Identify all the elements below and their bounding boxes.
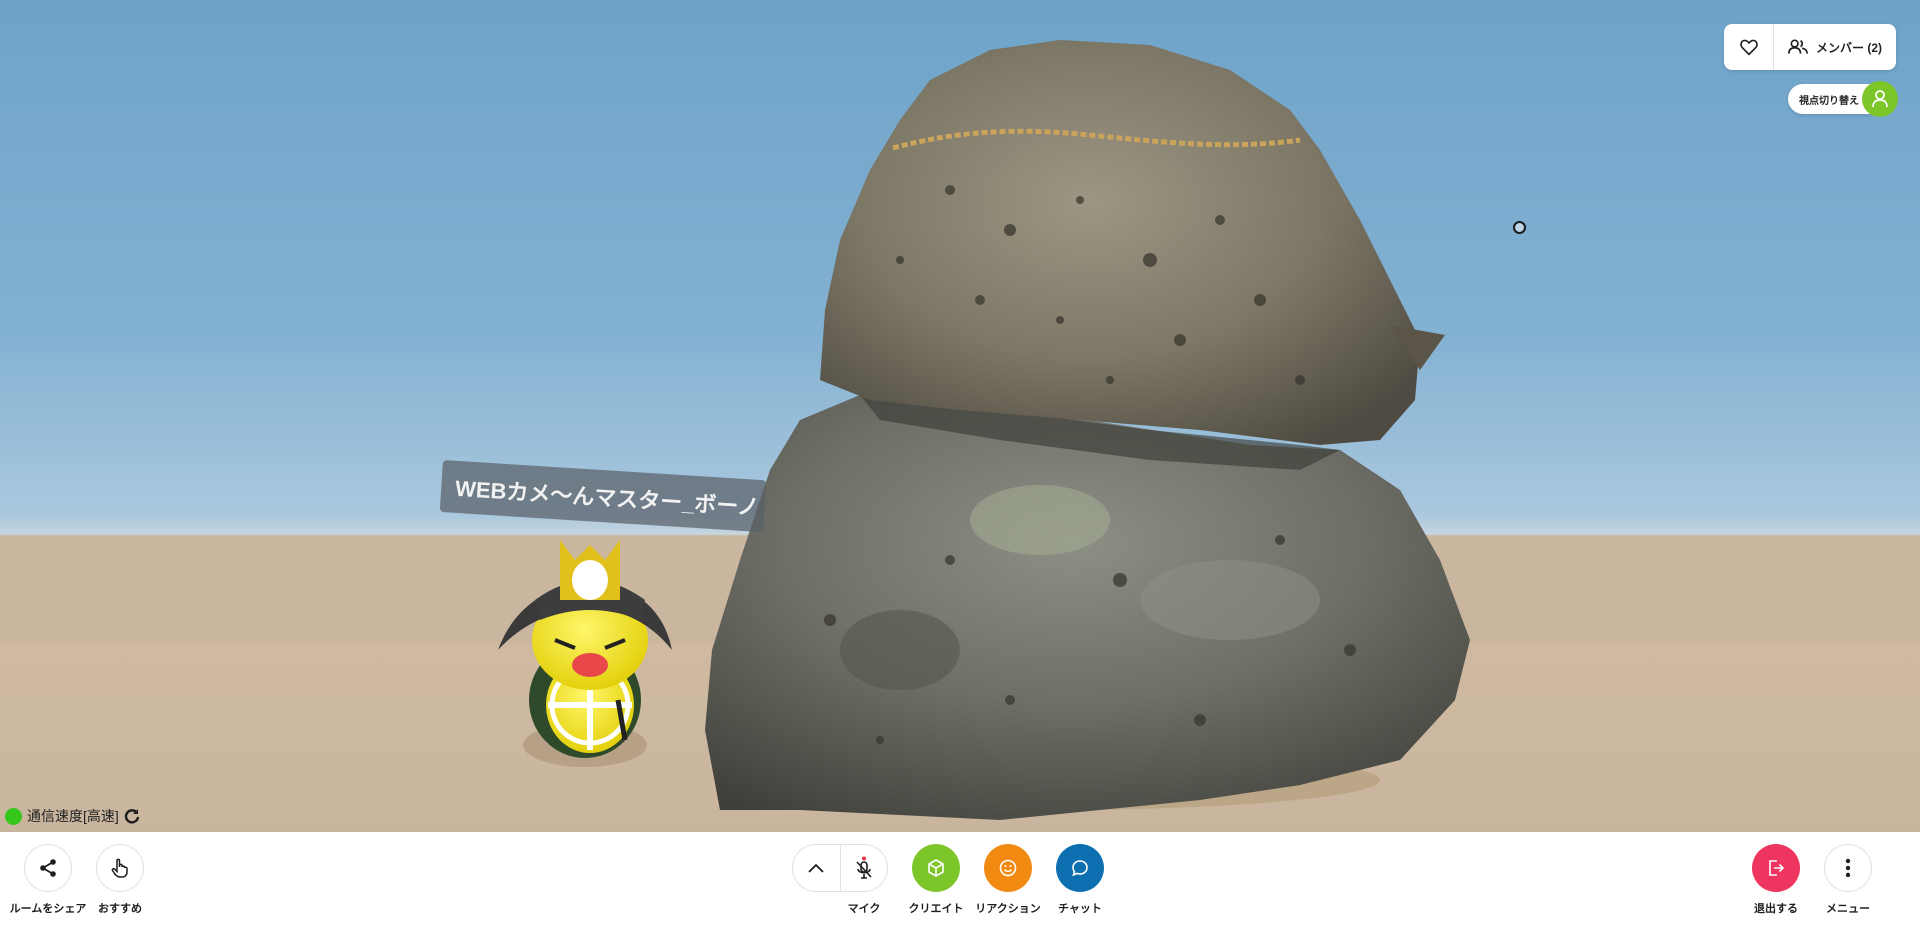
more-vertical-icon — [1845, 858, 1851, 878]
smile-icon — [999, 859, 1017, 877]
mic-label: マイク — [847, 903, 881, 915]
menu-label: メニュー — [1826, 903, 1870, 915]
cursor-indicator — [1513, 221, 1526, 234]
mic-group — [792, 844, 888, 892]
view-switch-button[interactable]: 視点切り替え — [1788, 81, 1898, 117]
chat-tool: チャット — [1040, 844, 1120, 916]
avatar-character — [498, 540, 672, 767]
top-right-panel: メンバー (2) — [1724, 24, 1896, 70]
recommend-label: おすすめ — [98, 903, 142, 915]
refresh-icon[interactable] — [124, 808, 140, 824]
members-label: メンバー (2) — [1815, 40, 1882, 55]
recommend-button[interactable] — [96, 844, 144, 892]
chat-button[interactable] — [1056, 844, 1104, 892]
chat-label: チャット — [1058, 903, 1102, 915]
connection-indicator — [5, 807, 22, 825]
create-label: クリエイト — [908, 903, 964, 915]
share-room-button[interactable] — [24, 844, 72, 892]
exit-button[interactable] — [1752, 844, 1800, 892]
create-button[interactable] — [912, 844, 960, 892]
view-switch-label: 視点切り替え — [1799, 95, 1859, 107]
reaction-tool: リアクション — [968, 844, 1048, 916]
chevron-up-icon — [808, 863, 825, 873]
users-icon — [1787, 39, 1808, 54]
mic-button[interactable] — [839, 845, 887, 891]
create-tool: クリエイト — [896, 844, 976, 916]
members-button[interactable]: メンバー (2) — [1774, 24, 1896, 70]
expand-button[interactable] — [793, 845, 840, 891]
share-room-label: ルームをシェア — [9, 903, 87, 915]
like-button[interactable] — [1724, 24, 1774, 70]
connection-label: 通信速度[高速] — [27, 808, 119, 824]
scene-objects — [498, 40, 1470, 820]
3d-viewport[interactable]: WEBカメ〜んマスター_ボーノ メンバー (2) 視点切り替え 通信速度[高速] — [0, 0, 1920, 832]
mic-off-icon — [856, 856, 872, 879]
heart-icon — [1739, 39, 1758, 56]
cube-icon — [928, 859, 944, 877]
exit-icon — [1769, 860, 1785, 876]
reaction-label: リアクション — [975, 903, 1041, 915]
person-icon — [1872, 90, 1888, 108]
share-room-tool: ルームをシェア — [8, 844, 88, 916]
menu-tool: メニュー — [1808, 844, 1888, 916]
share-icon — [40, 859, 56, 877]
reaction-button[interactable] — [984, 844, 1032, 892]
exit-label: 退出する — [1754, 903, 1798, 915]
bottom-toolbar: ルームをシェア おすすめ マイク クリエイト リアクション チャット 退出する … — [0, 832, 1920, 927]
lower-rock — [705, 395, 1470, 820]
view-switch-icon-wrap — [1862, 81, 1898, 117]
hand-pointer-icon — [111, 858, 128, 878]
menu-button[interactable] — [1824, 844, 1872, 892]
upper-rock — [820, 40, 1420, 445]
recommend-tool: おすすめ — [80, 844, 160, 916]
connection-status: 通信速度[高速] — [5, 806, 140, 826]
avatar-name: WEBカメ〜んマスター_ボーノ — [454, 475, 760, 520]
chat-bubble-icon — [1072, 860, 1088, 877]
exit-tool: 退出する — [1736, 844, 1816, 916]
